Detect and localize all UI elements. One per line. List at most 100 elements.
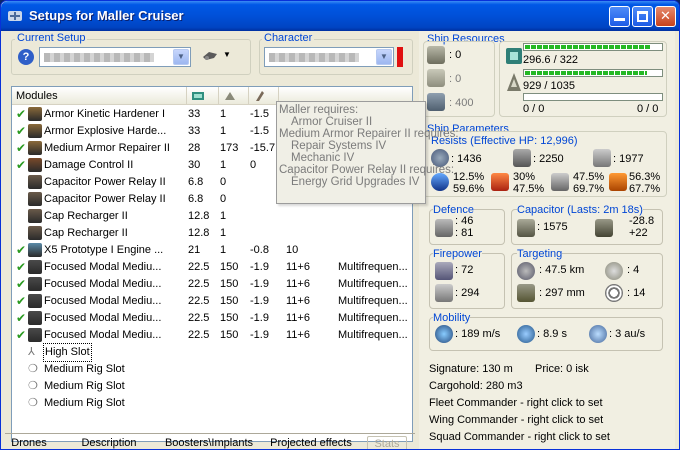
- cpu-bar-fill: [525, 45, 651, 49]
- powergrid-icon: [507, 73, 521, 91]
- module-cell-c1: 12.8: [188, 210, 210, 222]
- module-cell-c1: 6.8: [188, 176, 204, 188]
- armor-icon: [513, 149, 531, 167]
- maximize-button[interactable]: [632, 6, 653, 27]
- close-button[interactable]: ✕: [655, 6, 676, 27]
- sensor-strength-icon: [605, 284, 623, 302]
- empty-slot-label: High Slot: [43, 343, 92, 362]
- checkmark-icon: ✔: [16, 260, 27, 274]
- squad-commander-slot[interactable]: Squad Commander - right click to set: [429, 431, 610, 443]
- empty-slot-row[interactable]: ❍ Medium Rig Slot: [12, 378, 412, 395]
- tab-description[interactable]: Description: [75, 436, 143, 449]
- close-icon: ✕: [660, 8, 671, 23]
- cpu-value: 296.6 / 322: [523, 54, 579, 66]
- module-cell-c3: -1.9: [250, 261, 269, 273]
- module-cell-name: Armor Explosive Harde...: [44, 125, 167, 137]
- wing-commander-slot[interactable]: Wing Commander - right click to set: [429, 414, 603, 426]
- module-icon: [28, 277, 42, 291]
- character-label: Character: [262, 32, 315, 44]
- module-row[interactable]: ✔ Focused Modal Mediu... 22.5 150 -1.9 11+6 Mu…: [12, 276, 412, 293]
- tab-stats[interactable]: Stats: [367, 436, 407, 449]
- setup-combo[interactable]: ▼: [39, 47, 191, 67]
- module-cell-c2: 173: [220, 142, 239, 154]
- target-range-icon: [517, 262, 535, 280]
- title-bar[interactable]: Setups for Maller Cruiser ✕: [1, 1, 679, 31]
- turret-hardpoint-icon: [427, 46, 445, 64]
- tab-projected-effects[interactable]: Projected effects: [265, 436, 357, 449]
- capacitor-usage: -28.8: [629, 215, 655, 227]
- module-cell-c4: 11+6: [286, 261, 310, 273]
- firepower-volley: : 294: [455, 287, 480, 299]
- targeting-scan-resolution: : 297 mm: [539, 287, 585, 299]
- chevron-down-icon[interactable]: ▼: [376, 49, 392, 65]
- armor-hp: : 2250: [533, 153, 564, 165]
- module-icon: [28, 124, 42, 138]
- module-cell-c4: 11+6: [286, 295, 310, 307]
- module-cell-name: Capacitor Power Relay II: [44, 176, 166, 188]
- module-row[interactable]: ✔ Focused Modal Mediu... 22.5 150 -1.9 11+6 Mu…: [12, 310, 412, 327]
- module-cell-name: Capacitor Power Relay II: [44, 193, 166, 205]
- rig-slot-icon: ❍: [28, 380, 38, 392]
- maximize-icon: [637, 11, 648, 22]
- module-cell-c2: 1: [220, 210, 227, 222]
- module-icon: [28, 192, 42, 206]
- module-cell-c1: 33: [188, 125, 201, 137]
- cargohold-value: Cargohold: 280 m3: [429, 380, 523, 392]
- empty-slot-label: Medium Rig Slot: [44, 380, 125, 392]
- module-cell-name: Cap Recharger II: [44, 210, 128, 222]
- empty-slot-row[interactable]: ⅄ High Slot: [12, 343, 412, 362]
- col-capacitor[interactable]: [249, 87, 279, 105]
- targeting-label: Targeting: [517, 248, 563, 260]
- module-cell-c4: 11+6: [286, 312, 310, 324]
- module-cell-c1: 22.5: [188, 312, 210, 324]
- empty-slot-row[interactable]: ❍ Medium Rig Slot: [12, 361, 412, 378]
- setup-tools-button[interactable]: ▼: [201, 48, 233, 66]
- scan-resolution-icon: [517, 284, 535, 302]
- character-combo[interactable]: ▼: [264, 47, 394, 67]
- power-bar: [523, 69, 663, 77]
- align-time-icon: [517, 325, 535, 343]
- rig-slot-icon: ❍: [28, 397, 38, 409]
- module-cell-c2: 150: [220, 329, 239, 341]
- mobility-label: Mobility: [433, 312, 471, 324]
- module-cell-c2: 150: [220, 312, 239, 324]
- explosive-resist-shield: 56.3%: [629, 171, 661, 183]
- module-cell-c3: -1.9: [250, 312, 269, 324]
- minimize-button[interactable]: [609, 6, 630, 27]
- help-icon[interactable]: ?: [18, 49, 34, 65]
- module-row[interactable]: Cap Recharger II 12.8 1: [12, 208, 412, 225]
- empty-slot-label: Medium Rig Slot: [44, 397, 125, 409]
- module-cell-c1: 6.8: [188, 193, 204, 205]
- module-cell-c1: 30: [188, 159, 201, 171]
- firepower-label: Firepower: [433, 248, 482, 260]
- module-row[interactable]: ✔ Focused Modal Mediu... 22.5 150 -1.9 11+6 Mu…: [12, 259, 412, 276]
- module-row[interactable]: Cap Recharger II 12.8 1: [12, 225, 412, 242]
- col-power[interactable]: [219, 87, 249, 105]
- module-cell-c3: -0.8: [250, 244, 269, 256]
- module-cell-c4: 11+6: [286, 329, 310, 341]
- targeting-sensor-strength: : 14: [627, 287, 646, 299]
- checkmark-icon: ✔: [16, 277, 27, 291]
- module-cell-c2: 0: [220, 193, 227, 205]
- module-cell-name: Medium Armor Repairer II: [44, 142, 170, 154]
- module-cell-c2: 1: [220, 244, 227, 256]
- module-row[interactable]: ✔ Focused Modal Mediu... 22.5 150 -1.9 11+6 Mu…: [12, 293, 412, 310]
- chevron-down-icon[interactable]: ▼: [173, 49, 189, 65]
- empty-slot-row[interactable]: ❍ Medium Rig Slot: [12, 395, 412, 412]
- client-area: Current Setup ? ▼ ▼ Character ▼ Modules: [5, 31, 677, 449]
- module-cell-c2: 150: [220, 261, 239, 273]
- tab-drones[interactable]: Drones: [9, 436, 49, 449]
- col-modules[interactable]: Modules: [12, 87, 187, 105]
- cpu-icon: [506, 48, 522, 64]
- module-row[interactable]: ✔ X5 Prototype I Engine ... 21 1 -0.8 10: [12, 242, 412, 259]
- capacitor-label: Capacitor (Lasts: 2m 18s): [517, 204, 643, 216]
- kinetic-resist-armor: 69.7%: [573, 183, 605, 195]
- module-cell-name: Armor Kinetic Hardener I: [44, 108, 166, 120]
- module-row[interactable]: ✔ Focused Modal Mediu... 22.5 150 -1.9 11+6 Mu…: [12, 327, 412, 344]
- fleet-commander-slot[interactable]: Fleet Commander - right click to set: [429, 397, 603, 409]
- capacitor-recharge: +22: [629, 227, 648, 239]
- setups-window: Setups for Maller Cruiser ✕ Current Setu…: [0, 0, 680, 450]
- col-cpu[interactable]: [187, 87, 219, 105]
- module-icon: [28, 158, 42, 172]
- tab-boosters-implants[interactable]: Boosters\Implants: [161, 436, 257, 449]
